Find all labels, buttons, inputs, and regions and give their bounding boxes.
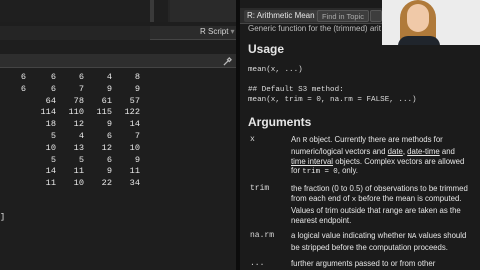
console-value: 11 — [73, 166, 84, 177]
console-value: 5 — [50, 154, 56, 165]
console-value: 8 — [134, 72, 140, 82]
console-value: 6 — [50, 72, 56, 82]
inline-code: trim = 0 — [302, 168, 338, 177]
console-value: 4 — [78, 130, 84, 141]
source-tab-area — [0, 0, 168, 22]
console-value: 115 — [96, 107, 112, 118]
console-value: 6 — [106, 154, 112, 165]
console-value: 12 — [101, 142, 112, 153]
source-tabbar — [0, 0, 236, 22]
console-value: 6 — [106, 130, 112, 141]
console-value: 14 — [45, 166, 56, 177]
clear-console-icon[interactable] — [223, 57, 232, 66]
argument-row: trim the fraction (0 to 0.5) of observat… — [248, 184, 476, 225]
console-value: 6 — [20, 72, 26, 82]
console-line: 14 11 9 11 — [0, 166, 236, 178]
splitter[interactable] — [150, 0, 154, 22]
console-line: 11 10 22 34 — [0, 178, 236, 190]
console-line: 18 12 9 14 — [0, 119, 236, 131]
argument-row: ... further arguments passed to or from … — [248, 259, 476, 270]
console-value: 10 — [45, 142, 56, 153]
console-value: 9 — [106, 119, 112, 130]
help-document: Generic function for the (trimmed) arit … — [248, 24, 476, 270]
console-value: 18 — [45, 119, 56, 130]
console-value: 5 — [50, 130, 56, 141]
console-value: 6 — [50, 83, 56, 94]
console-line: 10 13 12 10 — [0, 143, 236, 155]
arguments-heading: Arguments — [248, 115, 312, 129]
default-method-code: mean(x, trim = 0, na.rm = FALSE, ...) — [248, 96, 417, 104]
console-line: 64 78 61 57 — [0, 96, 236, 108]
console-value: 13 — [73, 142, 84, 153]
console-value: 57 — [129, 95, 140, 106]
console-value: 4 — [106, 72, 112, 82]
console-value: 10 — [73, 178, 84, 189]
argument-description: An R object. Currently there are methods… — [291, 135, 469, 178]
console-value: 9 — [134, 83, 140, 94]
console-output: 66648 66799 64 78 61 57 114 110 115 122 18 12 9 1… — [0, 72, 236, 190]
console-value: 9 — [134, 154, 140, 165]
console-value: 64 — [45, 95, 56, 106]
console-value: 10 — [129, 142, 140, 153]
console-value: 9 — [106, 166, 112, 177]
console-value: 61 — [101, 95, 112, 106]
console-line: 5 4 6 7 — [0, 131, 236, 143]
status-spacer — [0, 26, 150, 40]
argument-row: x An R object. Currently there are metho… — [248, 135, 476, 178]
usage-code: mean(x, ...) — [248, 66, 303, 74]
presenter-body — [398, 36, 440, 45]
description-text: , only. — [337, 166, 358, 176]
console-value: 7 — [134, 130, 140, 141]
help-topic-dropdown[interactable]: R: Arithmetic Mean ▾ — [244, 10, 324, 22]
console-value: 12 — [73, 119, 84, 130]
argument-description: further arguments passed to or from othe… — [291, 258, 436, 270]
console-line: 5 5 6 9 — [0, 155, 236, 167]
date-link[interactable]: date — [388, 147, 403, 156]
console-line: 6 6 6 4 8 — [0, 72, 236, 84]
console-value: 110 — [68, 107, 84, 118]
console-value: 9 — [106, 83, 112, 94]
source-toolbar — [170, 0, 236, 22]
source-status-bar: R Script ▾ — [0, 26, 236, 40]
file-type-selector[interactable]: R Script ▾ — [200, 27, 234, 36]
description-text: a logical value indicating whether — [291, 231, 408, 241]
argument-description: the fraction (0 to 0.5) of observations … — [291, 184, 469, 225]
console-closing-bracket: ] — [0, 212, 6, 222]
console-toolbar — [0, 54, 236, 68]
console-value: 114 — [40, 107, 56, 118]
console-line: 114 110 115 122 — [0, 107, 236, 119]
argument-name: trim — [250, 184, 270, 194]
webcam-overlay — [382, 0, 480, 45]
argument-name: na.rm — [250, 231, 275, 241]
argument-description: a logical value indicating whether NA va… — [291, 231, 469, 253]
find-next-button[interactable] — [370, 10, 382, 22]
console-value: 14 — [129, 119, 140, 130]
time-interval-link[interactable]: time interval — [291, 157, 333, 166]
presenter-face — [407, 4, 429, 32]
description-text: An — [291, 135, 303, 144]
console-value: 5 — [78, 154, 84, 165]
console-value: 22 — [101, 178, 112, 189]
console-value: 78 — [73, 95, 84, 106]
console-value: 11 — [45, 178, 56, 189]
argument-name: ... — [250, 258, 265, 268]
argument-row: na.rm a logical value indicating whether… — [248, 231, 476, 253]
console-value: 7 — [78, 83, 84, 94]
date-time-link[interactable]: date-time — [407, 147, 440, 156]
console-pane: R Script ▾ 66648 66799 64 78 61 57 114 110 115… — [0, 0, 236, 270]
console-value: 34 — [129, 178, 140, 189]
default-method-comment: ## Default S3 method: — [248, 86, 344, 94]
chevron-down-icon: ▾ — [230, 27, 235, 36]
console-value: 6 — [20, 83, 26, 94]
console-line: 6 6 7 9 9 — [0, 84, 236, 96]
file-type-label: R Script — [200, 27, 229, 36]
console-value: 6 — [78, 72, 84, 82]
console-value: 11 — [129, 166, 140, 177]
console-value: 122 — [124, 107, 140, 118]
argument-name: x — [250, 135, 255, 144]
description-text: and — [439, 146, 455, 156]
find-in-topic-input[interactable] — [317, 10, 369, 22]
